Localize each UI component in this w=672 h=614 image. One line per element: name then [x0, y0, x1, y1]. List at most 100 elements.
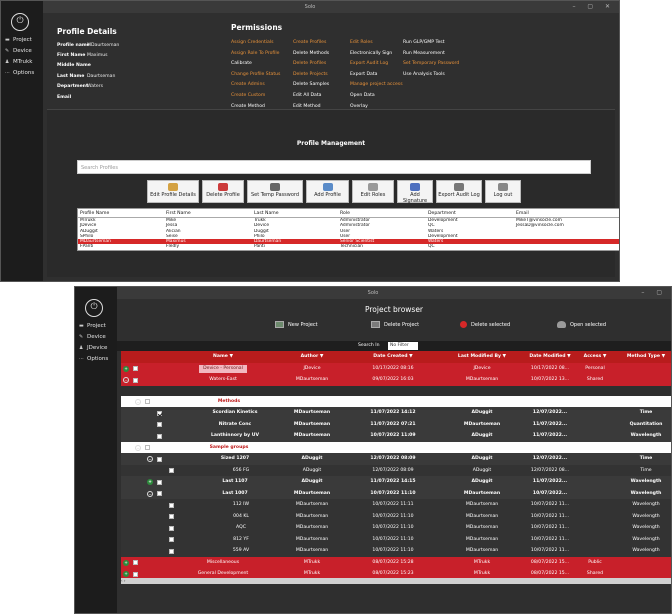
toolbar-button-edit-roles[interactable]: Edit Roles [352, 180, 394, 203]
table-row[interactable]: + Miscellaneous MTrukk 08/07/2022 15:28 MTru… [121, 556, 671, 569]
column-header[interactable]: Author ▼ [275, 351, 349, 363]
table-cell [575, 419, 615, 431]
delete-selected-button[interactable]: Delete selected [460, 321, 510, 328]
sidebar-item-project[interactable]: ▬ Project [5, 37, 32, 43]
row-checkbox[interactable] [169, 537, 174, 543]
row-checkbox[interactable] [157, 433, 162, 439]
table-row[interactable]: Nitrate Conc MDaurtseman 11/07/2022 07:21 M… [121, 418, 671, 431]
row-checkbox[interactable] [133, 366, 138, 371]
sidebar-item-project[interactable]: ▬ Project [79, 323, 106, 329]
table-cell: Wavelength [630, 433, 662, 439]
table-cell [575, 522, 615, 534]
table-row[interactable]: AQC MDaurtseman 10/07/2022 11:10 MDaurtsema… [121, 522, 671, 534]
window-controls-2[interactable]: – ▢ [641, 289, 667, 296]
table-row[interactable]: 559 AV MDaurtseman 10/07/2022 11:10 MDaurts… [121, 545, 671, 557]
table-cell: ADuggit [471, 410, 493, 416]
new-project-button[interactable]: New Project [275, 321, 318, 328]
toolbar-button-export-audit-log[interactable]: Export Audit Log [436, 180, 482, 203]
table-cell [575, 488, 615, 500]
sidebar-item-device[interactable]: ✎ Device [5, 48, 32, 54]
sidebar-item-options[interactable]: ··· Options [79, 356, 108, 362]
table-row[interactable]: − Sized 1207 ADuggit 12/07/2022 08:09 ADuggi… [121, 453, 671, 465]
column-header[interactable]: Role [338, 209, 426, 217]
row-checkbox[interactable] [157, 410, 162, 416]
table-cell: Device - Personal [171, 363, 275, 375]
table-row[interactable]: − Last 1007 MDaurtseman 10/07/2022 11:10 MDa… [121, 487, 671, 500]
table-cell: Miscellaneous [206, 559, 240, 565]
delete-project-button[interactable]: Delete Project [371, 321, 419, 328]
row-checkbox[interactable] [157, 491, 162, 497]
column-header[interactable]: Date Modified ▼ [527, 351, 573, 363]
open-selected-button[interactable]: Open selected [557, 321, 606, 328]
column-header[interactable]: Profile Name [78, 209, 164, 217]
toolbar-button-add-signature[interactable]: Add Signature [397, 180, 433, 204]
table-row[interactable]: FPanti Fledly Panti Technician QC [78, 244, 619, 249]
toolbar-button-delete-profile[interactable]: Delete Profile [202, 180, 244, 203]
search-profiles-input[interactable]: Search Profiles [77, 160, 591, 174]
table-row[interactable]: 656 FG ADuggit 12/07/2022 08:09 ADuggit 12/0… [121, 464, 671, 477]
row-checkbox[interactable] [169, 502, 174, 508]
table-row[interactable]: − Waters-East MDaurtseman 09/07/2022 16:03 M… [121, 374, 671, 386]
toolbar-button-edit-profile-details[interactable]: Edit Profile Details [147, 180, 199, 203]
sidebar-item-options[interactable]: ··· Options [5, 70, 34, 76]
table-row[interactable]: 004 KL MDaurtseman 10/07/2022 11:10 MDaurts… [121, 510, 671, 523]
row-checkbox[interactable] [157, 479, 162, 485]
row-checkbox[interactable] [145, 399, 150, 405]
row-checkbox[interactable] [169, 548, 174, 554]
profiles-table: Profile Name First Name Last Name Role Depar… [77, 208, 619, 251]
row-checkbox[interactable] [133, 560, 138, 566]
table-cell [527, 442, 573, 454]
row-checkbox[interactable] [169, 514, 174, 520]
sidebar: ⏻ ▬ Project ✎ Device ♟ MTrukk ··· Options [1, 1, 43, 281]
toolbar-button-set-temp-password[interactable]: Set Temp Password [247, 180, 303, 203]
column-header[interactable]: Last Modified By ▼ [437, 351, 527, 363]
column-header[interactable]: Last Name [252, 209, 338, 217]
sidebar-item-user[interactable]: ♟ JDevice [79, 345, 107, 351]
expand-toggle-icon[interactable]: + [123, 571, 129, 578]
toolbar-button-add-profile[interactable]: Add Profile [306, 180, 349, 203]
column-header[interactable]: Date Created ▼ [351, 351, 435, 363]
table-row[interactable]: + Last 1107 ADuggit 11/07/2022 14:15 ADuggit… [121, 476, 671, 488]
name-tag: Device - Personal [199, 364, 247, 373]
window-controls[interactable]: – ▢ ✕ [572, 3, 615, 10]
table-cell: Wavelength [632, 548, 660, 554]
row-checkbox[interactable] [157, 422, 162, 428]
column-header[interactable]: Access ▼ [575, 351, 615, 363]
horizontal-scrollbar[interactable]: ‹ › [121, 578, 671, 584]
column-header[interactable]: Method Type ▼ [615, 351, 671, 363]
row-checkbox[interactable] [145, 445, 150, 451]
row-checkbox[interactable] [169, 468, 174, 474]
expand-toggle-icon[interactable]: + [123, 559, 129, 566]
table-cell [575, 465, 615, 477]
search-filter-dropdown[interactable]: No Filter [388, 342, 418, 350]
table-row[interactable]: − Methods [121, 395, 671, 408]
toolbar-button-log-out[interactable]: Log out [485, 180, 521, 203]
new-project-icon [275, 321, 284, 328]
table-row[interactable]: 812 YF MDaurtseman 10/07/2022 11:10 MDaurts… [121, 533, 671, 546]
sidebar-item-device[interactable]: ✎ Device [79, 334, 106, 340]
column-header[interactable]: First Name [164, 209, 252, 217]
permission-item: Delete Samples [293, 82, 330, 88]
collapse-toggle-icon[interactable]: − [147, 490, 153, 497]
row-checkbox[interactable] [133, 571, 138, 577]
table-row[interactable]: − Sample groups [121, 441, 671, 454]
table-row[interactable]: + Device - Personal JDevice 10/17/2022 08:1… [121, 362, 671, 375]
column-header[interactable]: Department [426, 209, 514, 217]
table-cell: MDaurtseman [295, 513, 329, 519]
collapse-toggle-icon[interactable]: − [135, 444, 141, 451]
table-row[interactable]: 112 IW MDaurtseman 10/07/2022 11:11 MDaurts… [121, 499, 671, 511]
column-header[interactable]: Email [514, 209, 619, 217]
expand-toggle-icon[interactable]: + [147, 479, 153, 486]
column-header[interactable]: Name ▼ [171, 351, 275, 363]
row-checkbox[interactable] [157, 456, 162, 462]
table-row[interactable]: Scordian Kinetics MDaurtseman 11/07/2022 1… [121, 407, 671, 419]
collapse-toggle-icon[interactable]: − [135, 398, 141, 405]
collapse-toggle-icon[interactable]: − [147, 456, 153, 463]
row-checkbox[interactable] [133, 377, 138, 383]
table-row[interactable]: Lanthinnory by UV MDaurtseman 10/07/2022 1… [121, 430, 671, 442]
expand-toggle-icon[interactable]: + [123, 365, 129, 372]
profile-details-title: Profile Details [57, 27, 117, 36]
row-checkbox[interactable] [169, 525, 174, 531]
collapse-toggle-icon[interactable]: − [123, 377, 129, 383]
sidebar-item-user[interactable]: ♟ MTrukk [5, 59, 32, 65]
